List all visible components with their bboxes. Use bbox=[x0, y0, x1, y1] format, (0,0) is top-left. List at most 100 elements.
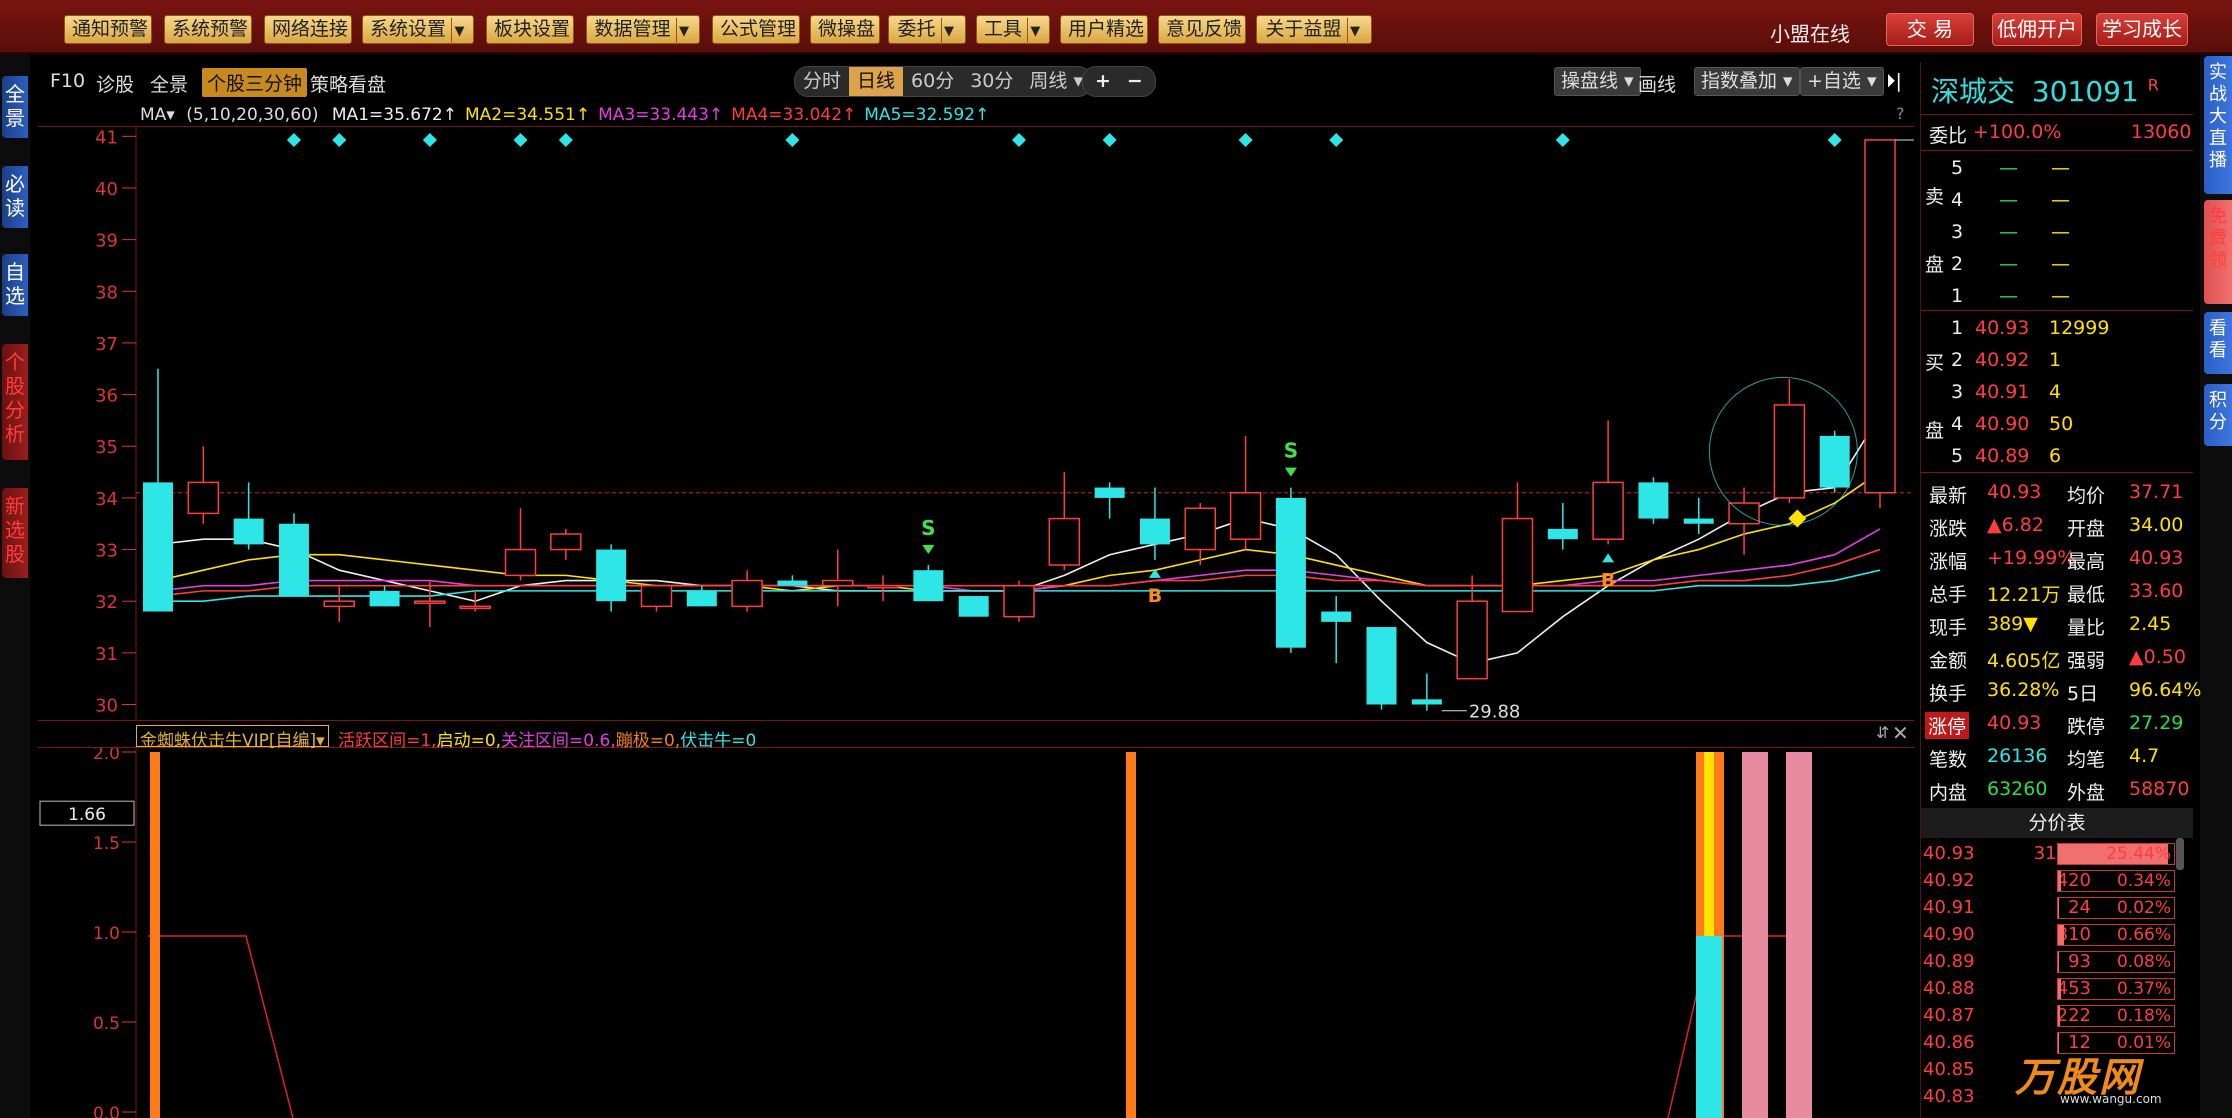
left-tab-2[interactable]: 自选 bbox=[2, 254, 28, 316]
chart-tab-1[interactable]: 诊股 bbox=[96, 70, 134, 97]
y-tick-7: 37 bbox=[95, 334, 118, 355]
ma-dropdown[interactable]: MA▾ bbox=[140, 105, 175, 125]
period-selector: 分时 日线 60分 30分 周线 ▾ bbox=[794, 66, 1092, 97]
chart-tab-3[interactable]: 个股三分钟 bbox=[202, 68, 308, 97]
buy-row-4[interactable]: 5 40.89 6 bbox=[1921, 440, 2193, 473]
menu-button-1[interactable]: 系统预警 bbox=[164, 15, 252, 44]
top-right-button-0[interactable]: 交 易 bbox=[1886, 13, 1974, 46]
candle-body-10 bbox=[596, 549, 627, 602]
price-table-scrollbar[interactable] bbox=[2176, 838, 2184, 870]
candle-body-27 bbox=[1366, 627, 1397, 705]
sell-row-1[interactable]: 4— — bbox=[1921, 184, 2193, 217]
price-table-row: 40.91 24 0.02% bbox=[1921, 894, 2193, 921]
menu-button-12[interactable]: 关于益盟 ▼ bbox=[1256, 15, 1372, 45]
menu-button-7[interactable]: 微操盘 bbox=[810, 15, 880, 44]
candle-3 bbox=[278, 513, 309, 597]
candle-17 bbox=[913, 565, 944, 602]
menu-button-0[interactable]: 通知预警 bbox=[64, 15, 152, 44]
buy-row-3[interactable]: 4 40.90 50 bbox=[1921, 408, 2193, 441]
ind-y-tick-0: 2.0 bbox=[93, 748, 120, 764]
right-tab-2[interactable]: 看看 bbox=[2204, 312, 2232, 374]
left-tab-3[interactable]: 个股分析 bbox=[2, 344, 28, 460]
chart-tab-4[interactable]: 策略看盘 bbox=[310, 70, 386, 97]
chart-tool-2[interactable]: 指数叠加 ▾ bbox=[1694, 67, 1800, 96]
left-tab-1[interactable]: 必读 bbox=[2, 166, 28, 228]
menu-button-8[interactable]: 委托 ▼ bbox=[888, 15, 966, 45]
candlestick-chart[interactable]: 303132333435363738394041SBSB40.9329.88 bbox=[38, 126, 1914, 720]
buy-row-2[interactable]: 3 40.91 4 bbox=[1921, 376, 2193, 409]
sell-row-4[interactable]: 1— — bbox=[1921, 280, 2193, 313]
left-tab-4[interactable]: 新选股 bbox=[2, 488, 28, 578]
period-3[interactable]: 30分 bbox=[962, 67, 1021, 96]
candle-body-22 bbox=[1139, 518, 1170, 545]
menu-button-4[interactable]: 板块设置 bbox=[486, 15, 574, 44]
candle-body-28 bbox=[1411, 699, 1442, 705]
zoom-in-icon[interactable]: + bbox=[1087, 67, 1119, 96]
ind-y-tick-4: 0.0 bbox=[93, 1104, 120, 1118]
chart-tool-0[interactable]: 操盘线 ▾ bbox=[1554, 67, 1641, 96]
collapse-panel-icon[interactable]: ⏵| bbox=[1886, 70, 1902, 92]
sell-row-0[interactable]: 5— — bbox=[1921, 152, 2193, 185]
chart-tab-0[interactable]: F10 bbox=[50, 70, 85, 92]
menu-button-11[interactable]: 意见反馈 bbox=[1158, 15, 1246, 44]
candle-body-4 bbox=[323, 600, 356, 608]
sell-signal-0: S bbox=[921, 516, 935, 540]
menu-button-3[interactable]: 系统设置 ▼ bbox=[362, 15, 474, 45]
help-icon[interactable]: ? bbox=[1896, 104, 1905, 123]
period-2[interactable]: 60分 bbox=[903, 67, 962, 96]
top-right-button-1[interactable]: 低佣开户 bbox=[1992, 13, 2082, 46]
dropdown-arrow-icon: ▼ bbox=[1346, 18, 1363, 45]
sell-signal-2: S bbox=[1284, 439, 1298, 463]
buy-signal-3: B bbox=[1601, 569, 1615, 591]
chart-tool-3[interactable]: +自选 ▾ bbox=[1800, 67, 1884, 96]
buy-row-0[interactable]: 1 40.93 12999 bbox=[1921, 312, 2193, 345]
candle-body-3 bbox=[278, 523, 309, 597]
dropdown-arrow-icon: ▼ bbox=[1027, 18, 1043, 45]
indicator-bar-4 bbox=[1696, 936, 1722, 1118]
price-table-row: 40.87 222 0.18% bbox=[1921, 1002, 2193, 1029]
indicator-settings-icon[interactable]: ⇵ bbox=[1876, 723, 1889, 742]
dropdown-arrow-icon: ▼ bbox=[675, 18, 692, 45]
indicator-chart[interactable]: 2.0 1.5 1.0 0.5 0.0 1.66 bbox=[38, 748, 1914, 1118]
sell-row-2[interactable]: 3— — bbox=[1921, 216, 2193, 249]
y-tick-3: 33 bbox=[95, 541, 118, 562]
candle-body-23 bbox=[1184, 507, 1217, 551]
period-0[interactable]: 分时 bbox=[795, 67, 849, 96]
buy-row-1[interactable]: 2 40.92 1 bbox=[1921, 344, 2193, 377]
ind-y-tick-2: 1.0 bbox=[93, 924, 120, 944]
indicator-dropdown[interactable]: 金蜘蛛伏击牛VIP[自编]▾ bbox=[136, 725, 329, 751]
menu-button-10[interactable]: 用户精选 bbox=[1060, 15, 1148, 44]
sell-row-3[interactable]: 2— — bbox=[1921, 248, 2193, 281]
top-right-button-2[interactable]: 学习成长 bbox=[2096, 13, 2188, 46]
menu-button-5[interactable]: 数据管理 ▼ bbox=[586, 15, 700, 45]
period-4[interactable]: 周线 ▾ bbox=[1021, 67, 1091, 96]
stock-title[interactable]: 深城交 301091 R bbox=[1931, 70, 2159, 110]
price-table-title[interactable]: 分价表 bbox=[1921, 808, 2193, 838]
left-tab-0[interactable]: 全景 bbox=[2, 76, 28, 138]
right-tab-0[interactable]: 实战大直播 bbox=[2204, 56, 2232, 194]
candle-body-2 bbox=[233, 518, 264, 545]
close-indicator-icon[interactable]: ✕ bbox=[1892, 721, 1909, 745]
candle-body-12 bbox=[686, 590, 717, 607]
chart-toolbar: F10 诊股 全景 个股三分钟 策略看盘 分时 日线 60分 30分 周线 ▾ + − 操盘线 ▾… bbox=[38, 66, 1914, 102]
candle-body-37 bbox=[1819, 435, 1850, 488]
pct-bar bbox=[2058, 952, 2060, 972]
candle-body-6 bbox=[414, 600, 446, 604]
zoom-out-icon[interactable]: − bbox=[1119, 67, 1151, 96]
chart-tool-1[interactable]: 画线 bbox=[1638, 70, 1676, 97]
ma-params: (5,10,20,30,60) bbox=[186, 105, 319, 125]
buy-signal-1: B bbox=[1148, 585, 1162, 607]
period-1[interactable]: 日线 bbox=[849, 67, 904, 96]
candle-body-36 bbox=[1773, 404, 1806, 499]
stat-row-4: 现手 389▼ 量比 2.45 bbox=[1929, 613, 2172, 639]
y-tick-9: 39 bbox=[95, 231, 118, 252]
right-tab-3[interactable]: 积分 bbox=[2204, 384, 2232, 446]
menu-button-9[interactable]: 工具 ▼ bbox=[976, 15, 1050, 45]
candle-body-21 bbox=[1094, 487, 1125, 498]
low-label: 29.88 bbox=[1469, 702, 1521, 720]
chart-tab-2[interactable]: 全景 bbox=[150, 70, 188, 97]
menu-button-6[interactable]: 公式管理 bbox=[712, 15, 800, 44]
menu-button-2[interactable]: 网络连接 bbox=[264, 15, 352, 44]
candle-body-7 bbox=[459, 605, 491, 610]
right-tab-1[interactable]: 免费领 bbox=[2204, 200, 2232, 304]
